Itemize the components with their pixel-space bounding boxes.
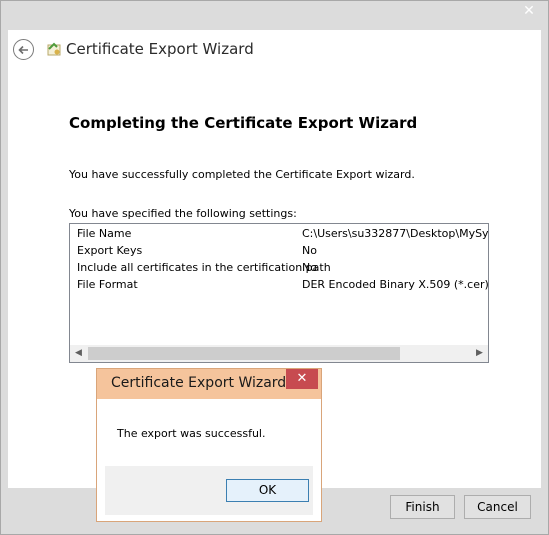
setting-value: No — [302, 261, 317, 274]
finish-button[interactable]: Finish — [390, 495, 455, 519]
back-button[interactable] — [13, 39, 34, 60]
scrollbar-thumb[interactable] — [88, 347, 400, 360]
setting-value: DER Encoded Binary X.509 (*.cer) — [302, 278, 489, 291]
page-heading: Completing the Certificate Export Wizard — [69, 114, 418, 132]
export-success-dialog: Certificate Export Wizard ✕ The export w… — [96, 368, 322, 522]
ok-button[interactable]: OK — [226, 479, 309, 502]
setting-value: C:\Users\su332877\Desktop\MySymant — [302, 227, 489, 240]
dialog-close-button[interactable]: ✕ — [286, 369, 318, 389]
settings-label: You have specified the following setting… — [69, 207, 297, 220]
cancel-button[interactable]: Cancel — [464, 495, 531, 519]
dialog-title: Certificate Export Wizard — [111, 375, 287, 391]
window-titlebar: ✕ — [1, 1, 548, 29]
back-arrow-icon — [18, 45, 28, 55]
certificate-icon — [47, 42, 61, 56]
setting-key: Export Keys — [77, 244, 143, 257]
setting-value: No — [302, 244, 317, 257]
horizontal-scrollbar[interactable]: ◀ ▶ — [70, 345, 488, 362]
setting-key: File Name — [77, 227, 132, 240]
chevron-left-icon[interactable]: ◀ — [70, 345, 87, 362]
success-description: You have successfully completed the Cert… — [69, 168, 415, 181]
wizard-title: Certificate Export Wizard — [66, 40, 254, 58]
dialog-titlebar: Certificate Export Wizard ✕ — [97, 369, 321, 399]
setting-key: Include all certificates in the certific… — [77, 261, 331, 274]
window-close-button[interactable]: ✕ — [516, 3, 542, 21]
dialog-message: The export was successful. — [117, 427, 266, 440]
chevron-right-icon[interactable]: ▶ — [471, 345, 488, 362]
dialog-body: The export was successful. OK — [105, 399, 313, 515]
settings-list[interactable]: File Name C:\Users\su332877\Desktop\MySy… — [69, 223, 489, 363]
dialog-footer: OK — [105, 466, 313, 515]
setting-key: File Format — [77, 278, 138, 291]
